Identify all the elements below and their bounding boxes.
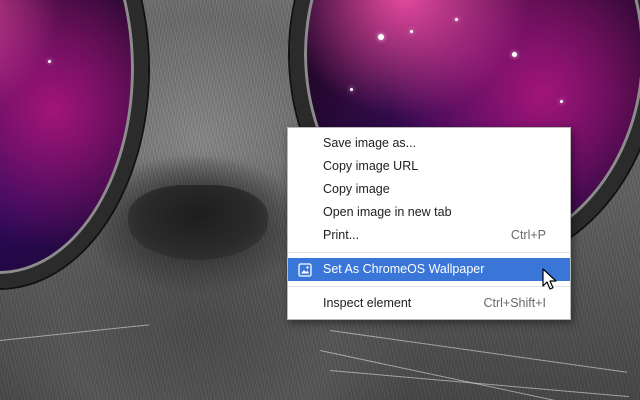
mouse-pointer-icon xyxy=(542,268,558,292)
menu-item-inspect-element[interactable]: Inspect element Ctrl+Shift+I xyxy=(288,292,570,315)
galaxy-star xyxy=(378,34,384,40)
menu-item-copy-image-url[interactable]: Copy image URL xyxy=(288,155,570,178)
galaxy-star xyxy=(560,100,563,103)
galaxy-star xyxy=(512,52,517,57)
galaxy-star xyxy=(48,60,51,63)
menu-separator xyxy=(288,286,570,287)
image-context-menu: Save image as... Copy image URL Copy ima… xyxy=(287,127,571,320)
menu-item-save-image-as[interactable]: Save image as... xyxy=(288,132,570,155)
menu-item-label: Copy image URL xyxy=(323,159,419,173)
menu-item-open-image-in-new-tab[interactable]: Open image in new tab xyxy=(288,201,570,224)
wallpaper-icon xyxy=(298,262,312,277)
browser-page: Save image as... Copy image URL Copy ima… xyxy=(0,0,640,400)
menu-item-label: Copy image xyxy=(323,182,390,196)
menu-item-print[interactable]: Print... Ctrl+P xyxy=(288,224,570,247)
shortcut-label: Ctrl+Shift+I xyxy=(483,296,546,310)
galaxy-star xyxy=(455,18,458,21)
menu-item-label: Save image as... xyxy=(323,136,417,150)
menu-item-label: Inspect element xyxy=(323,296,412,310)
menu-item-copy-image[interactable]: Copy image xyxy=(288,178,570,201)
menu-item-set-as-chromeos-wallpaper[interactable]: Set As ChromeOS Wallpaper xyxy=(288,258,570,281)
galaxy-star xyxy=(350,88,353,91)
menu-separator xyxy=(288,252,570,253)
shortcut-label: Ctrl+P xyxy=(510,228,546,242)
menu-item-label: Print... xyxy=(323,228,360,242)
menu-item-label: Set As ChromeOS Wallpaper xyxy=(323,262,485,276)
galaxy-star xyxy=(410,30,413,33)
menu-item-label: Open image in new tab xyxy=(323,205,452,219)
cat-nose xyxy=(128,185,268,260)
